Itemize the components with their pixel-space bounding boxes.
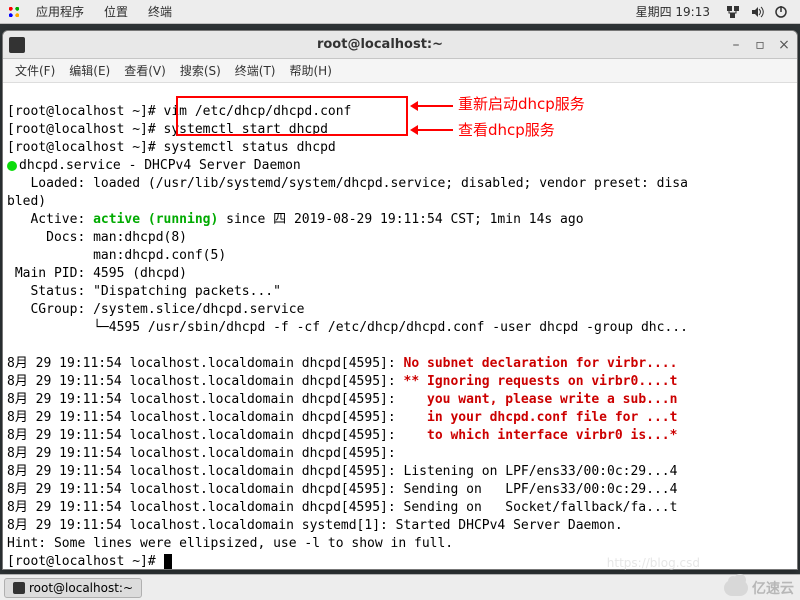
term-line: 8月 29 19:11:54 localhost.localdomain dhc… [7, 410, 404, 425]
term-line: 8月 29 19:11:54 localhost.localdomain dhc… [7, 464, 677, 479]
gnome-top-panel: 应用程序 位置 终端 星期四 19:13 [0, 0, 800, 24]
taskbar-terminal[interactable]: root@localhost:~ [4, 578, 142, 598]
term-line: [root@localhost ~]# systemctl start dhcp… [7, 122, 328, 137]
maximize-button[interactable]: ▫ [753, 38, 767, 52]
menu-help[interactable]: 帮助(H) [284, 60, 338, 81]
term-line: 8月 29 19:11:54 localhost.localdomain dhc… [7, 392, 404, 407]
term-line: man:dhcpd.conf(5) [7, 248, 226, 263]
term-line: 8月 29 19:11:54 localhost.localdomain dhc… [7, 428, 404, 443]
gnome-bottom-panel: root@localhost:~ [0, 574, 800, 600]
term-line: bled) [7, 194, 46, 209]
term-line: since 四 2019-08-29 19:11:54 CST; 1min 14… [218, 212, 583, 227]
term-line: Hint: Some lines were ellipsized, use -l… [7, 536, 453, 551]
term-warning: in your dhcpd.conf file for ...t [404, 410, 678, 425]
annotation-label-1: 重新启动dhcp服务 [458, 95, 585, 113]
term-line: dhcpd.service - DHCPv4 Server Daemon [19, 158, 301, 173]
places-menu[interactable]: 位置 [94, 3, 138, 20]
clock[interactable]: 星期四 19:13 [626, 3, 720, 20]
active-status: active (running) [93, 212, 218, 227]
taskbar-label: root@localhost:~ [29, 581, 133, 595]
term-line: Main PID: 4595 (dhcpd) [7, 266, 187, 281]
term-warning: to which interface virbr0 is...* [404, 428, 678, 443]
term-line: 8月 29 19:11:54 localhost.localdomain dhc… [7, 482, 677, 497]
terminal-icon [13, 582, 25, 594]
term-line: [root@localhost ~]# vim /etc/dhcp/dhcpd.… [7, 104, 351, 119]
menu-terminal[interactable]: 终端(T) [229, 60, 282, 81]
prompt: [root@localhost ~]# [7, 554, 164, 569]
status-dot-icon [7, 161, 17, 171]
titlebar[interactable]: root@localhost:~ – ▫ × [3, 31, 797, 59]
annotation-label-2: 查看dhcp服务 [458, 121, 555, 139]
annotation-arrow-1 [413, 105, 453, 107]
term-line: 8月 29 19:11:54 localhost.localdomain dhc… [7, 374, 404, 389]
close-button[interactable]: × [777, 38, 791, 52]
network-icon[interactable] [726, 5, 740, 19]
applications-menu[interactable]: 应用程序 [26, 3, 94, 20]
term-line: Status: "Dispatching packets..." [7, 284, 281, 299]
term-line: └─4595 /usr/sbin/dhcpd -f -cf /etc/dhcp/… [7, 320, 688, 335]
menu-edit[interactable]: 编辑(E) [63, 60, 116, 81]
term-line: Docs: man:dhcpd(8) [7, 230, 187, 245]
sound-icon[interactable] [750, 5, 764, 19]
cursor [164, 554, 172, 569]
system-tray [720, 5, 794, 19]
terminal-output[interactable]: [root@localhost ~]# vim /etc/dhcp/dhcpd.… [3, 83, 797, 569]
term-warning: you want, please write a sub...n [404, 392, 678, 407]
window-title: root@localhost:~ [31, 37, 729, 52]
minimize-button[interactable]: – [729, 38, 743, 52]
annotation-arrow-2 [413, 129, 453, 131]
term-line: 8月 29 19:11:54 localhost.localdomain dhc… [7, 446, 404, 461]
menu-file[interactable]: 文件(F) [9, 60, 61, 81]
term-line: CGroup: /system.slice/dhcpd.service [7, 302, 304, 317]
term-warning: No subnet declaration for virbr.... [404, 356, 678, 371]
terminal-window: root@localhost:~ – ▫ × 文件(F) 编辑(E) 查看(V)… [2, 30, 798, 570]
activities-icon [6, 4, 22, 20]
menu-view[interactable]: 查看(V) [118, 60, 172, 81]
terminal-icon [9, 37, 25, 53]
term-line: Loaded: loaded (/usr/lib/systemd/system/… [7, 176, 688, 191]
term-line: 8月 29 19:11:54 localhost.localdomain dhc… [7, 500, 677, 515]
terminal-launcher[interactable]: 终端 [138, 3, 182, 20]
power-icon[interactable] [774, 5, 788, 19]
term-warning: ** Ignoring requests on virbr0....t [404, 374, 678, 389]
term-line: 8月 29 19:11:54 localhost.localdomain dhc… [7, 356, 404, 371]
menu-search[interactable]: 搜索(S) [174, 60, 227, 81]
term-line: Active: [7, 212, 93, 227]
term-line: [root@localhost ~]# systemctl status dhc… [7, 140, 336, 155]
menubar: 文件(F) 编辑(E) 查看(V) 搜索(S) 终端(T) 帮助(H) [3, 59, 797, 83]
term-line: 8月 29 19:11:54 localhost.localdomain sys… [7, 518, 623, 533]
